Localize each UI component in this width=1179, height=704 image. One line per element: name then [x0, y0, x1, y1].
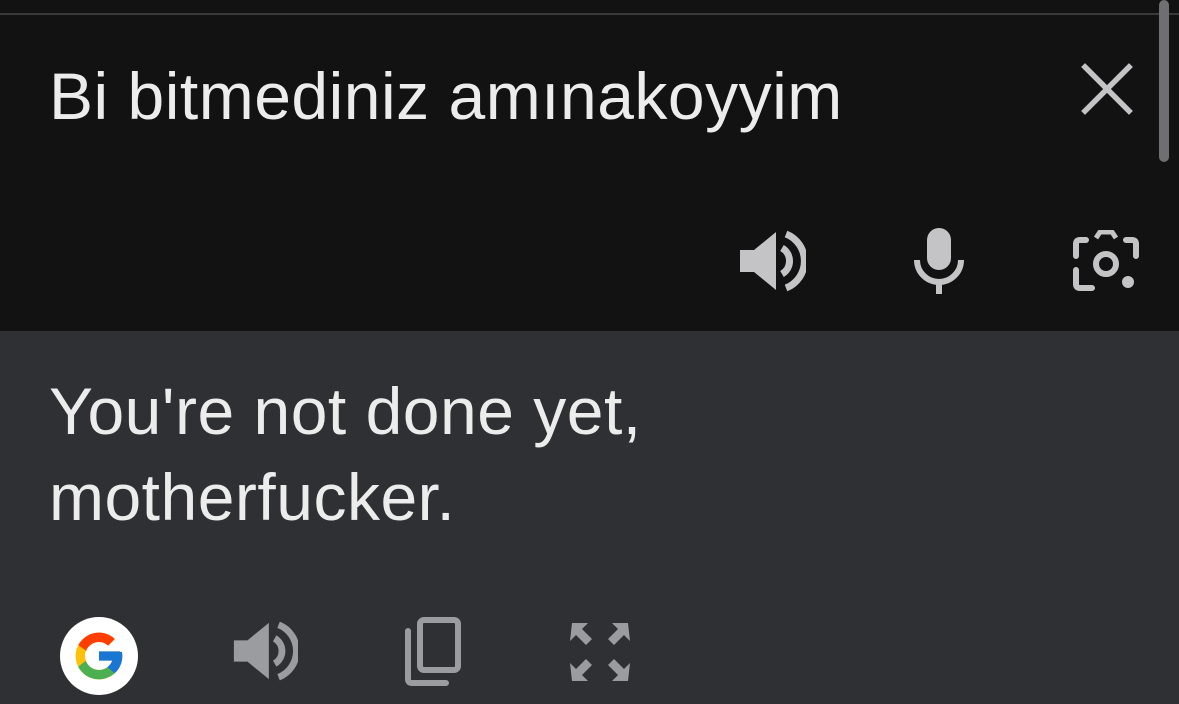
scrollbar[interactable]	[1159, 0, 1169, 162]
translate-screen: Bi bitmediniz amınakoyyim You're not don…	[0, 0, 1179, 704]
speaker-icon[interactable]	[736, 228, 806, 294]
camera-lens-icon[interactable]	[1072, 230, 1140, 294]
top-divider	[0, 13, 1179, 15]
source-panel: Bi bitmediniz amınakoyyim	[0, 0, 1179, 331]
translation-text: You're not done yet, motherfucker.	[49, 374, 642, 534]
copy-icon[interactable]	[400, 617, 462, 687]
fullscreen-icon[interactable]	[566, 619, 634, 685]
google-g-icon[interactable]	[60, 617, 138, 695]
translation-panel: You're not done yet, motherfucker.	[0, 331, 1179, 704]
microphone-icon[interactable]	[910, 226, 968, 296]
source-text-input[interactable]: Bi bitmediniz amınakoyyim	[49, 58, 1049, 134]
close-icon[interactable]	[1080, 62, 1134, 116]
speaker-icon[interactable]	[230, 618, 298, 684]
